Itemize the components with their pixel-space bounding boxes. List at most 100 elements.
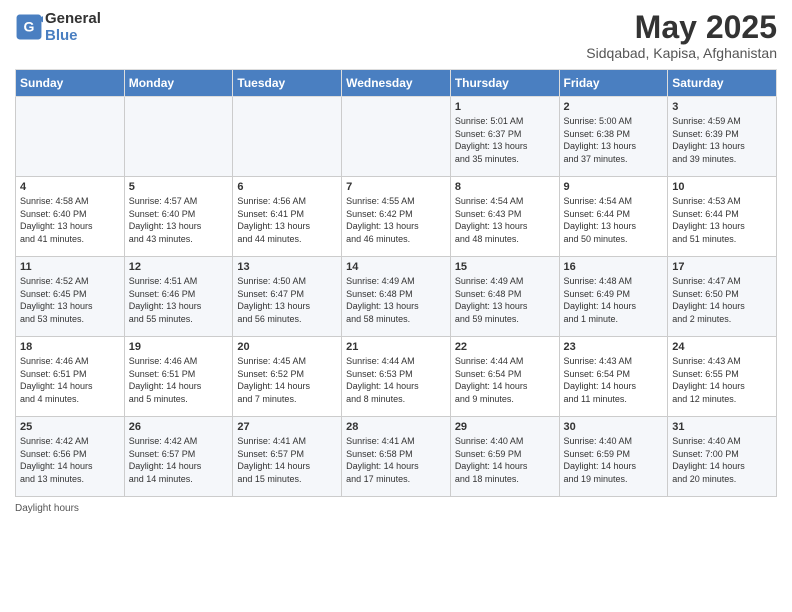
day-info: Sunrise: 4:51 AM Sunset: 6:46 PM Dayligh…: [129, 275, 229, 325]
day-info: Sunrise: 4:50 AM Sunset: 6:47 PM Dayligh…: [237, 275, 337, 325]
day-info: Sunrise: 4:40 AM Sunset: 7:00 PM Dayligh…: [672, 435, 772, 485]
calendar-table: SundayMondayTuesdayWednesdayThursdayFrid…: [15, 69, 777, 497]
day-cell: [342, 97, 451, 177]
title-block: May 2025 Sidqabad, Kapisa, Afghanistan: [586, 10, 777, 61]
day-info: Sunrise: 4:49 AM Sunset: 6:48 PM Dayligh…: [346, 275, 446, 325]
day-cell: 15Sunrise: 4:49 AM Sunset: 6:48 PM Dayli…: [450, 257, 559, 337]
day-cell: 2 Sunrise: 5:00 AM Sunset: 6:38 PM Daylig…: [559, 97, 668, 177]
day-number: 9: [564, 181, 664, 193]
week-row-5: 25 Sunrise: 4:42 AM Sunset: 6:56 PM Dayli…: [16, 417, 777, 497]
page: G General Blue May 2025 Sidqabad, Kapisa…: [0, 0, 792, 524]
day-info: Sunrise: 4:52 AM Sunset: 6:45 PM Dayligh…: [20, 275, 120, 325]
day-info: Sunrise: 4:49 AM Sunset: 6:48 PM Dayligh…: [455, 275, 555, 325]
main-title: May 2025: [586, 10, 777, 45]
logo-icon: G: [15, 13, 43, 41]
day-number: 23: [564, 341, 664, 353]
day-number: 12: [129, 261, 229, 273]
day-info: Sunrise: 4:48 AM Sunset: 6:49 PM Dayligh…: [564, 275, 664, 325]
day-info: Sunrise: 5:00 AM Sunset: 6:38 PM Dayligh…: [564, 115, 664, 165]
day-cell: 27 Sunrise: 4:41 AM Sunset: 6:57 PM Dayli…: [233, 417, 342, 497]
day-number: 3: [672, 101, 772, 113]
week-row-2: 4 Sunrise: 4:58 AM Sunset: 6:40 PM Daylig…: [16, 177, 777, 257]
week-row-3: 11 Sunrise: 4:52 AM Sunset: 6:45 PM Dayli…: [16, 257, 777, 337]
day-number: 18: [20, 341, 120, 353]
day-number: 20: [237, 341, 337, 353]
day-number: 7: [346, 181, 446, 193]
day-cell: 9Sunrise: 4:54 AM Sunset: 6:44 PM Daylig…: [559, 177, 668, 257]
day-number: 13: [237, 261, 337, 273]
day-cell: 24 Sunrise: 4:43 AM Sunset: 6:55 PM Dayli…: [668, 337, 777, 417]
header: G General Blue May 2025 Sidqabad, Kapisa…: [15, 10, 777, 61]
day-info: Sunrise: 4:56 AM Sunset: 6:41 PM Dayligh…: [237, 195, 337, 245]
day-cell: 30 Sunrise: 4:40 AM Sunset: 6:59 PM Dayli…: [559, 417, 668, 497]
day-cell: 25 Sunrise: 4:42 AM Sunset: 6:56 PM Dayli…: [16, 417, 125, 497]
day-number: 8: [455, 181, 555, 193]
day-number: 26: [129, 421, 229, 433]
header-row: SundayMondayTuesdayWednesdayThursdayFrid…: [16, 70, 777, 97]
day-info: Sunrise: 4:46 AM Sunset: 6:51 PM Dayligh…: [129, 355, 229, 405]
day-cell: 22 Sunrise: 4:44 AM Sunset: 6:54 PM Dayli…: [450, 337, 559, 417]
logo: G General Blue: [15, 10, 101, 44]
day-cell: 7Sunrise: 4:55 AM Sunset: 6:42 PM Daylig…: [342, 177, 451, 257]
day-number: 22: [455, 341, 555, 353]
logo-text: General Blue: [45, 10, 101, 44]
day-cell: 18 Sunrise: 4:46 AM Sunset: 6:51 PM Dayli…: [16, 337, 125, 417]
day-number: 4: [20, 181, 120, 193]
day-number: 10: [672, 181, 772, 193]
day-info: Sunrise: 4:44 AM Sunset: 6:54 PM Dayligh…: [455, 355, 555, 405]
day-info: Sunrise: 4:53 AM Sunset: 6:44 PM Dayligh…: [672, 195, 772, 245]
day-number: 24: [672, 341, 772, 353]
day-info: Sunrise: 4:58 AM Sunset: 6:40 PM Dayligh…: [20, 195, 120, 245]
day-cell: 23Sunrise: 4:43 AM Sunset: 6:54 PM Dayli…: [559, 337, 668, 417]
header-cell-monday: Monday: [124, 70, 233, 97]
day-info: Sunrise: 4:41 AM Sunset: 6:57 PM Dayligh…: [237, 435, 337, 485]
day-cell: [16, 97, 125, 177]
day-info: Sunrise: 4:45 AM Sunset: 6:52 PM Dayligh…: [237, 355, 337, 405]
footer: Daylight hours: [15, 503, 777, 514]
day-info: Sunrise: 4:46 AM Sunset: 6:51 PM Dayligh…: [20, 355, 120, 405]
day-info: Sunrise: 4:41 AM Sunset: 6:58 PM Dayligh…: [346, 435, 446, 485]
day-cell: 14Sunrise: 4:49 AM Sunset: 6:48 PM Dayli…: [342, 257, 451, 337]
day-number: 31: [672, 421, 772, 433]
day-number: 28: [346, 421, 446, 433]
day-info: Sunrise: 4:57 AM Sunset: 6:40 PM Dayligh…: [129, 195, 229, 245]
day-info: Sunrise: 4:54 AM Sunset: 6:43 PM Dayligh…: [455, 195, 555, 245]
day-cell: 11 Sunrise: 4:52 AM Sunset: 6:45 PM Dayli…: [16, 257, 125, 337]
day-cell: 17Sunrise: 4:47 AM Sunset: 6:50 PM Dayli…: [668, 257, 777, 337]
day-cell: 16 Sunrise: 4:48 AM Sunset: 6:49 PM Dayli…: [559, 257, 668, 337]
day-cell: 10 Sunrise: 4:53 AM Sunset: 6:44 PM Dayli…: [668, 177, 777, 257]
header-cell-friday: Friday: [559, 70, 668, 97]
header-cell-saturday: Saturday: [668, 70, 777, 97]
day-number: 2: [564, 101, 664, 113]
day-number: 11: [20, 261, 120, 273]
day-info: Sunrise: 4:40 AM Sunset: 6:59 PM Dayligh…: [455, 435, 555, 485]
day-info: Sunrise: 4:59 AM Sunset: 6:39 PM Dayligh…: [672, 115, 772, 165]
day-number: 19: [129, 341, 229, 353]
day-cell: 5Sunrise: 4:57 AM Sunset: 6:40 PM Daylig…: [124, 177, 233, 257]
day-info: Sunrise: 4:43 AM Sunset: 6:55 PM Dayligh…: [672, 355, 772, 405]
day-number: 16: [564, 261, 664, 273]
header-cell-wednesday: Wednesday: [342, 70, 451, 97]
day-cell: 28 Sunrise: 4:41 AM Sunset: 6:58 PM Dayli…: [342, 417, 451, 497]
day-info: Sunrise: 4:40 AM Sunset: 6:59 PM Dayligh…: [564, 435, 664, 485]
day-cell: 13 Sunrise: 4:50 AM Sunset: 6:47 PM Dayli…: [233, 257, 342, 337]
day-cell: 4 Sunrise: 4:58 AM Sunset: 6:40 PM Daylig…: [16, 177, 125, 257]
day-cell: 8 Sunrise: 4:54 AM Sunset: 6:43 PM Daylig…: [450, 177, 559, 257]
day-info: Sunrise: 4:47 AM Sunset: 6:50 PM Dayligh…: [672, 275, 772, 325]
day-number: 30: [564, 421, 664, 433]
day-cell: [233, 97, 342, 177]
day-number: 27: [237, 421, 337, 433]
day-cell: 1Sunrise: 5:01 AM Sunset: 6:37 PM Daylig…: [450, 97, 559, 177]
day-number: 29: [455, 421, 555, 433]
day-info: Sunrise: 4:42 AM Sunset: 6:56 PM Dayligh…: [20, 435, 120, 485]
subtitle: Sidqabad, Kapisa, Afghanistan: [586, 45, 777, 61]
day-cell: 19 Sunrise: 4:46 AM Sunset: 6:51 PM Dayli…: [124, 337, 233, 417]
header-cell-thursday: Thursday: [450, 70, 559, 97]
day-number: 1: [455, 101, 555, 113]
day-number: 25: [20, 421, 120, 433]
day-cell: 6Sunrise: 4:56 AM Sunset: 6:41 PM Daylig…: [233, 177, 342, 257]
day-cell: 26Sunrise: 4:42 AM Sunset: 6:57 PM Dayli…: [124, 417, 233, 497]
svg-text:G: G: [24, 19, 35, 35]
day-cell: 3 Sunrise: 4:59 AM Sunset: 6:39 PM Daylig…: [668, 97, 777, 177]
day-cell: 20 Sunrise: 4:45 AM Sunset: 6:52 PM Dayli…: [233, 337, 342, 417]
